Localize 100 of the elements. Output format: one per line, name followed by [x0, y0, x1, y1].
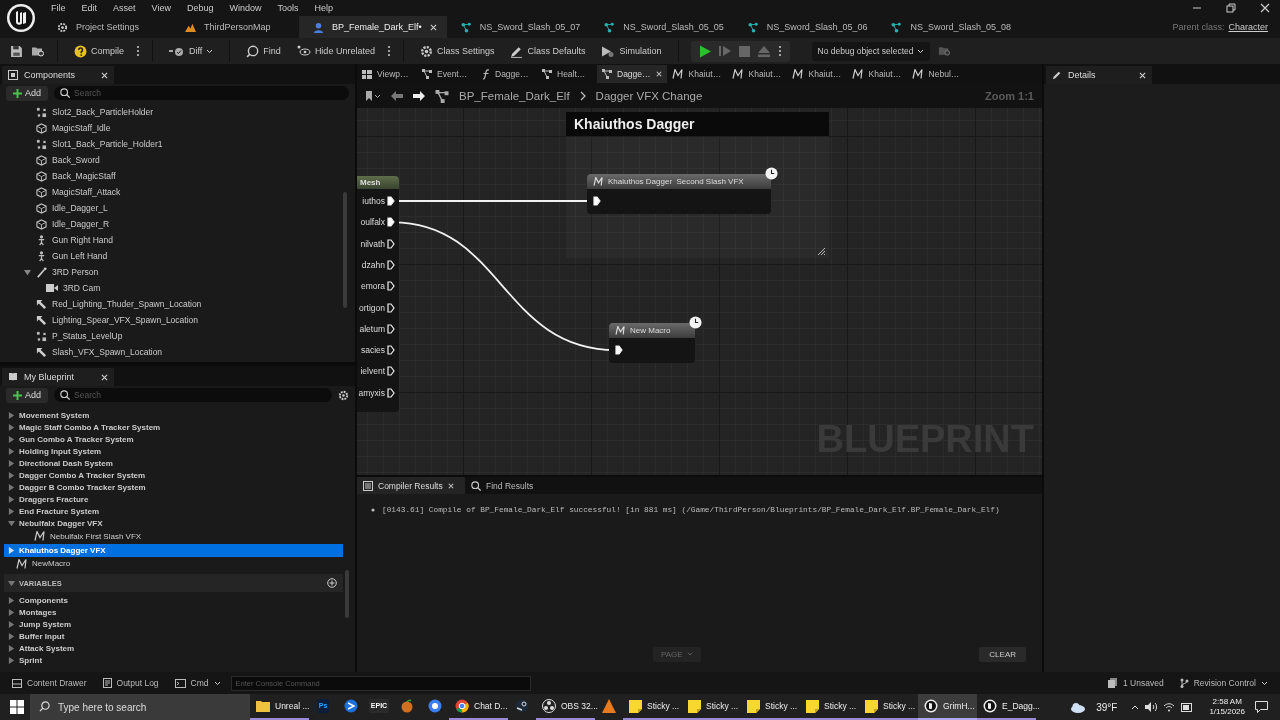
blueprint-list-row[interactable]: End Fracture System — [4, 505, 343, 517]
taskbar-app[interactable]: Sticky ... — [741, 694, 800, 720]
taskbar-app[interactable]: Unreal ... — [250, 694, 309, 720]
document-tab[interactable]: NS_Sword_Slash_05_06 — [733, 16, 878, 38]
diff-button[interactable]: Diff — [165, 45, 218, 57]
search-field[interactable]: Search — [54, 86, 349, 100]
speaker-icon[interactable] — [1145, 702, 1158, 712]
unsaved-button[interactable]: 1 Unsaved — [1102, 678, 1170, 688]
component-name[interactable]: Slot2_Back_ParticleHolder — [52, 107, 154, 117]
taskbar-app[interactable]: Sticky ... — [623, 694, 682, 720]
menu-item[interactable]: Asset — [105, 3, 144, 13]
blueprint-list-row[interactable]: Magic Staff Combo A Tracker System — [4, 421, 343, 433]
menu-item[interactable]: File — [43, 3, 74, 13]
compile-button[interactable]: Compile — [70, 44, 128, 58]
blueprint-list-row[interactable]: Buffer Input — [4, 630, 343, 642]
component-name[interactable]: MagicStaff_Attack — [52, 187, 121, 197]
expand-arrow-icon[interactable] — [8, 459, 15, 467]
wifi-icon[interactable] — [1163, 702, 1176, 712]
results-tab[interactable]: Compiler Results — [357, 477, 465, 494]
cmd-dropdown[interactable]: Cmd — [168, 678, 227, 688]
component-name[interactable]: Gun Right Hand — [52, 235, 113, 245]
settings-icon[interactable] — [338, 389, 349, 401]
parent-class-link[interactable]: Character — [1228, 22, 1268, 32]
component-name[interactable]: Lighting_Spear_VFX_Spawn_Location — [52, 315, 199, 325]
component-name[interactable]: Idle_Dagger_L — [52, 203, 108, 213]
document-tab[interactable]: NS_Sword_Slash_05_08 — [877, 16, 1021, 38]
restore-icon[interactable] — [1226, 3, 1236, 13]
document-tab[interactable]: BP_Female_Dark_Elf• — [299, 16, 447, 38]
expand-arrow-icon[interactable] — [8, 579, 15, 587]
blueprint-list-row[interactable]: Dagger B Combo Tracker System — [4, 481, 343, 493]
exec-pin-icon[interactable] — [387, 281, 395, 292]
find-button[interactable]: Find — [242, 44, 285, 58]
menu-item[interactable]: Help — [306, 3, 341, 13]
taskbar-app[interactable]: Sticky ... — [800, 694, 859, 720]
blueprint-list-row[interactable]: Directional Dash System — [4, 457, 343, 469]
component-name[interactable]: Gun Left Hand — [52, 251, 108, 261]
component-name[interactable]: P_Status_LevelUp — [52, 331, 123, 341]
document-tab[interactable]: NS_Sword_Slash_05_05 — [590, 16, 734, 38]
component-name[interactable]: Back_Sword — [52, 155, 100, 165]
taskbar-app[interactable]: Sticky ... — [682, 694, 741, 720]
blueprint-list-row[interactable]: Sprint — [4, 654, 343, 666]
expand-arrow-icon[interactable] — [8, 644, 15, 652]
blueprint-list-row[interactable]: Jump System — [4, 618, 343, 630]
blueprint-list-row[interactable]: Gun Combo A Tracker System — [4, 433, 343, 445]
component-name[interactable]: 3RD Cam — [63, 283, 101, 293]
close-icon[interactable] — [1139, 71, 1146, 79]
exec-pin-icon[interactable] — [615, 345, 623, 355]
graph-tab[interactable]: Event… — [417, 65, 477, 83]
blueprint-list-row[interactable]: Nebulfalx Dagger VFX — [4, 517, 343, 529]
eject-icon[interactable] — [757, 45, 770, 57]
close-icon[interactable] — [1260, 3, 1270, 13]
macro-node[interactable]: New Macro — [609, 323, 695, 363]
expand-arrow-icon[interactable] — [8, 483, 15, 491]
blueprint-list-row[interactable]: Components — [4, 594, 343, 606]
more-icon[interactable] — [386, 45, 391, 57]
menu-item[interactable]: Tools — [269, 3, 307, 13]
scrollbar[interactable] — [345, 570, 349, 618]
class-defaults-button[interactable]: Class Defaults — [506, 44, 590, 58]
output-log-button[interactable]: Output Log — [96, 678, 165, 688]
exec-pin-icon[interactable] — [387, 345, 395, 356]
expand-arrow-icon[interactable] — [8, 620, 15, 628]
graph-node[interactable]: Mesh iuthos oulfalx nilvath dzahn emora ortigon aletum sacies ielvent amyxis — [357, 176, 399, 412]
content-drawer-button[interactable]: Content Drawer — [6, 678, 93, 688]
expand-arrow-icon[interactable] — [8, 632, 15, 640]
blueprint-list-row[interactable]: Holding Input System — [4, 445, 343, 457]
graph-tab[interactable]: Khaiut… — [846, 65, 907, 83]
blueprint-list-row[interactable]: Attack System — [4, 642, 343, 654]
notification-icon[interactable] — [1255, 701, 1268, 713]
expand-arrow-icon[interactable] — [8, 471, 15, 479]
add-button[interactable]: Add — [6, 85, 48, 101]
exec-pin-icon[interactable] — [387, 323, 395, 334]
expand-arrow-icon[interactable] — [24, 268, 31, 276]
component-name[interactable]: Idle_Dagger_R — [52, 219, 110, 229]
blueprint-list-row[interactable]: Khaiuthos Dagger VFX — [4, 543, 343, 557]
graph-tab[interactable]: Dagge… — [597, 65, 667, 83]
clear-button[interactable]: CLEAR — [979, 646, 1026, 662]
expand-arrow-icon[interactable] — [8, 519, 15, 527]
graph-tab[interactable]: Dagge… — [477, 65, 537, 83]
add-button[interactable]: Add — [6, 387, 48, 403]
play-icon[interactable] — [698, 44, 711, 58]
expand-arrow-icon[interactable] — [8, 656, 15, 664]
component-name[interactable]: 3RD Person — [52, 267, 99, 277]
forward-arrow-icon[interactable] — [413, 91, 425, 101]
scrollbar[interactable] — [343, 192, 347, 308]
chevron-up-icon[interactable] — [1131, 704, 1140, 710]
close-icon[interactable] — [655, 71, 662, 77]
blueprint-list-row[interactable]: Movement System — [4, 409, 343, 421]
graph-tab[interactable]: Khaiut… — [666, 65, 727, 83]
results-tab[interactable]: Find Results — [465, 477, 573, 494]
blueprint-list-row[interactable]: Draggers Fracture — [4, 493, 343, 505]
more-icon[interactable] — [136, 45, 140, 57]
exec-pin-icon[interactable] — [387, 302, 395, 313]
menu-item[interactable]: Edit — [73, 3, 106, 13]
document-tab[interactable]: NS_Sword_Slash_05_07 — [446, 16, 591, 38]
component-name[interactable]: Red_Lighting_Thuder_Spawn_Location — [52, 299, 202, 309]
blueprint-list-row[interactable]: NewMacro — [4, 556, 343, 571]
menu-item[interactable]: Window — [221, 3, 270, 13]
windows-logo-icon[interactable] — [10, 700, 24, 714]
bookmark-icon[interactable] — [365, 91, 381, 101]
expand-arrow-icon[interactable] — [8, 546, 15, 554]
